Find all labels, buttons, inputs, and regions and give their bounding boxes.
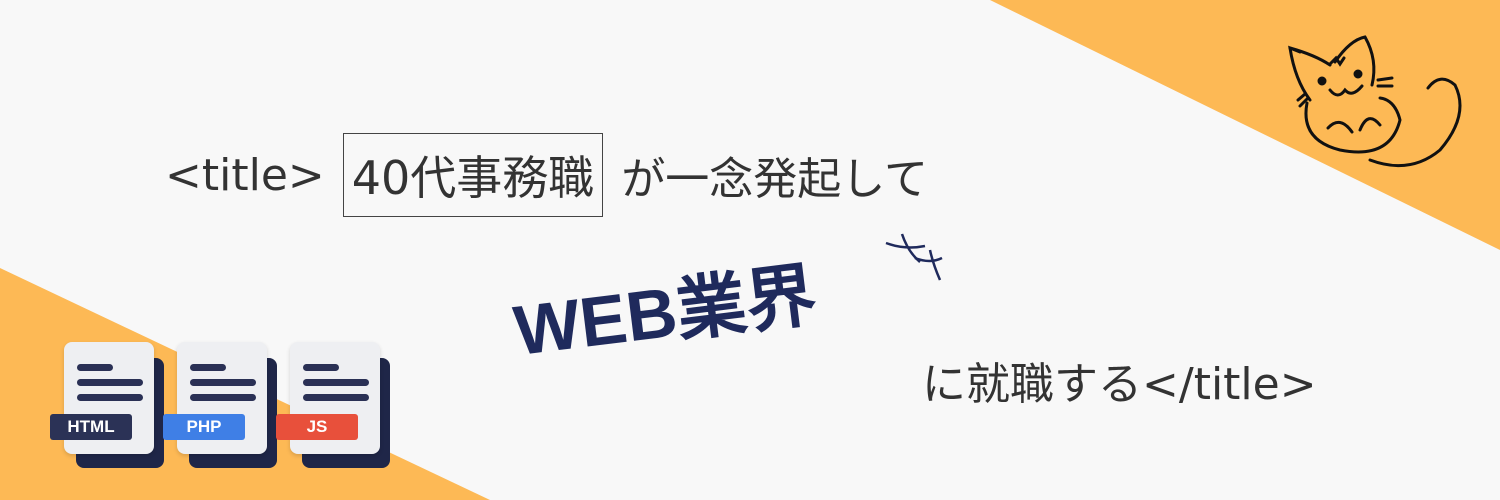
html-file-icon: HTML: [50, 342, 164, 468]
js-file-icon: JS: [276, 342, 390, 468]
php-badge: PHP: [163, 414, 245, 440]
js-badge: JS: [276, 414, 358, 440]
title-line-1-rest: が一念発起して: [621, 154, 928, 205]
php-file-icon: PHP: [163, 342, 277, 468]
sparkle-icon: [885, 233, 943, 281]
title-line-1: <title> 40代事務職 が一念発起して: [165, 133, 928, 217]
top-right-accent-triangle: [990, 0, 1500, 250]
title-open-tag: <title>: [165, 149, 325, 201]
title-line-3: に就職する</title>: [922, 359, 1317, 410]
html-badge: HTML: [50, 414, 132, 440]
highlighted-job-label: 40代事務職: [342, 133, 604, 217]
